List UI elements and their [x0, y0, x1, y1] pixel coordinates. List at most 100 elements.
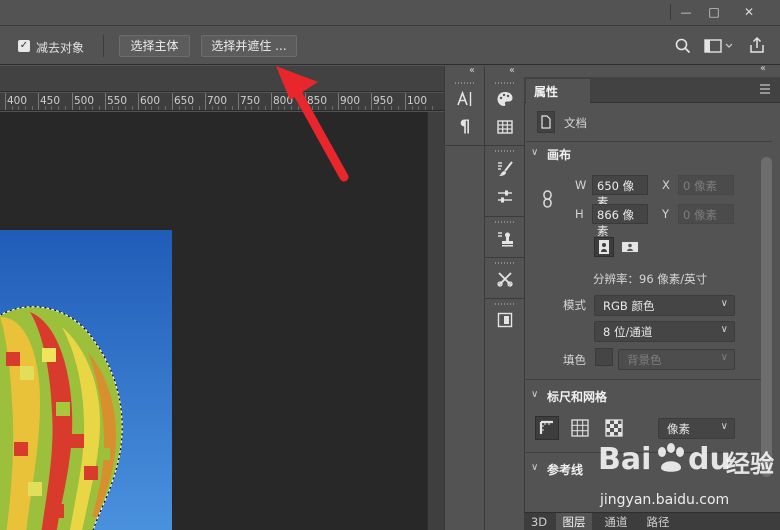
ruler-major-tick	[38, 93, 39, 110]
strip-grip[interactable]	[455, 82, 475, 84]
grid-toggle-icon[interactable]	[570, 418, 590, 438]
height-label: H	[575, 207, 584, 221]
ruler-minor-tick	[32, 106, 33, 110]
canvas-area[interactable]	[0, 112, 427, 530]
strip-grip[interactable]	[495, 221, 515, 223]
fill-select-value: 背景色	[627, 353, 662, 367]
ruler-minor-tick	[185, 106, 186, 110]
strip-divider	[485, 257, 525, 258]
section-divider	[526, 379, 772, 380]
ruler-minor-tick	[218, 106, 219, 110]
chevron-down-icon[interactable]: ∨	[531, 389, 538, 400]
ruler-minor-tick	[151, 106, 152, 110]
ruler-toggle-icon[interactable]	[535, 416, 559, 440]
ruler-minor-tick	[192, 106, 193, 110]
strip-grip[interactable]	[495, 262, 515, 264]
horizontal-ruler: 400 450 500 550 600 650 700 750 800 850 900 950 100	[0, 93, 444, 111]
ruler-minor-tick	[99, 106, 100, 110]
ruler-major-tick	[405, 93, 406, 110]
rulers-grids-section-title: 标尺和网格	[547, 390, 608, 404]
share-icon[interactable]	[748, 36, 766, 54]
ruler-minor-tick	[45, 106, 46, 110]
strip-divider	[485, 216, 525, 217]
tab-3d[interactable]: 3D	[524, 513, 554, 530]
ruler-minor-tick	[25, 106, 26, 110]
bit-depth-value: 8 位/通道	[603, 325, 653, 339]
select-subject-button[interactable]: 选择主体	[119, 35, 190, 57]
swatches-grid-icon[interactable]	[492, 114, 518, 140]
collapse-left-icon[interactable]: ‹‹	[469, 65, 475, 76]
tab-properties[interactable]: 属性	[526, 79, 590, 104]
ruler-minor-tick	[212, 106, 213, 110]
adjustments-icon[interactable]	[492, 184, 518, 210]
width-label: W	[575, 178, 587, 192]
ruler-major-tick	[371, 93, 372, 110]
tab-layers[interactable]: 图层	[556, 513, 592, 530]
watermark-jingyan: 经验	[726, 450, 774, 478]
color-palette-icon[interactable]	[492, 86, 518, 112]
minimize-button[interactable]: —	[672, 2, 700, 22]
panel-strip-text: ‹‹ ¶	[444, 65, 485, 530]
ruler-minor-tick	[432, 106, 433, 110]
x-field[interactable]: 0 像素	[678, 175, 734, 195]
maximize-button[interactable]: □	[700, 2, 728, 22]
workspace-icon[interactable]	[704, 38, 734, 54]
paragraph-panel-icon[interactable]: ¶	[452, 114, 478, 140]
fill-select[interactable]: 背景色 ∨	[618, 349, 735, 370]
ruler-minor-tick	[12, 106, 13, 110]
fill-label: 填色	[563, 353, 586, 367]
properties-scrollbar[interactable]	[761, 157, 772, 477]
watermark-url: jingyan.baidu.com	[600, 492, 730, 508]
bit-depth-select[interactable]: 8 位/通道 ∨	[594, 321, 735, 342]
y-field[interactable]: 0 像素	[678, 204, 734, 224]
strip-divider	[485, 145, 525, 146]
pixel-grid-toggle-icon[interactable]	[604, 418, 624, 438]
strip-grip[interactable]	[495, 82, 515, 84]
canvas-scrollbar[interactable]	[427, 112, 444, 530]
brush-settings-icon[interactable]	[492, 156, 518, 182]
ruler-minor-tick	[65, 106, 66, 110]
height-field[interactable]: 866 像素	[592, 204, 648, 238]
chevron-down-icon[interactable]: ∨	[531, 147, 538, 158]
ruler-major-tick	[172, 93, 173, 110]
ruler-unit-value: 像素	[667, 422, 690, 436]
subtract-checkbox[interactable]: ✓	[18, 40, 30, 52]
ruler-minor-tick	[112, 106, 113, 110]
strip-grip[interactable]	[495, 150, 515, 152]
ruler-major-tick	[72, 93, 73, 110]
ruler-minor-tick	[158, 106, 159, 110]
strip-grip[interactable]	[495, 303, 515, 305]
title-bar: — □ ✕	[0, 0, 780, 26]
guides-section-title: 参考线	[547, 463, 584, 477]
fill-color-swatch[interactable]	[595, 348, 613, 366]
ruler-minor-tick	[398, 106, 399, 110]
link-icon[interactable]	[541, 189, 555, 209]
character-panel-icon[interactable]	[452, 86, 478, 112]
portrait-orientation-icon[interactable]	[594, 237, 614, 257]
tools-preset-icon[interactable]	[492, 266, 518, 292]
ruler-minor-tick	[145, 106, 146, 110]
ruler-minor-tick	[125, 106, 126, 110]
chevron-down-icon[interactable]: ∨	[531, 462, 538, 473]
landscape-orientation-icon[interactable]	[620, 237, 640, 257]
select-and-mask-button[interactable]: 选择并遮住 ...	[201, 35, 297, 57]
panel-menu-icon[interactable]	[758, 83, 772, 95]
close-button[interactable]: ✕	[735, 2, 763, 22]
collapse-right-icon[interactable]: ‹‹	[760, 63, 766, 74]
search-icon[interactable]	[674, 37, 692, 55]
chevron-down-icon: ∨	[720, 421, 728, 432]
width-field[interactable]: 650 像素	[592, 175, 648, 209]
ruler-minor-tick	[425, 106, 426, 110]
ruler-minor-tick	[225, 106, 226, 110]
ruler-minor-tick	[18, 106, 19, 110]
collapse-left-icon[interactable]: ‹‹	[509, 65, 515, 76]
ruler-minor-tick	[85, 106, 86, 110]
red-arrow-annotation	[276, 66, 349, 182]
mode-select[interactable]: RGB 颜色 ∨	[594, 295, 735, 316]
mode-label: 模式	[563, 298, 586, 312]
ruler-minor-tick	[118, 106, 119, 110]
properties-panel-icon[interactable]	[492, 307, 518, 333]
panel-strip-tools: ‹‹	[484, 65, 525, 530]
clone-source-icon[interactable]	[492, 226, 518, 252]
baidu-watermark: Bai du 经验 jingyan.baidu.com	[590, 436, 780, 520]
